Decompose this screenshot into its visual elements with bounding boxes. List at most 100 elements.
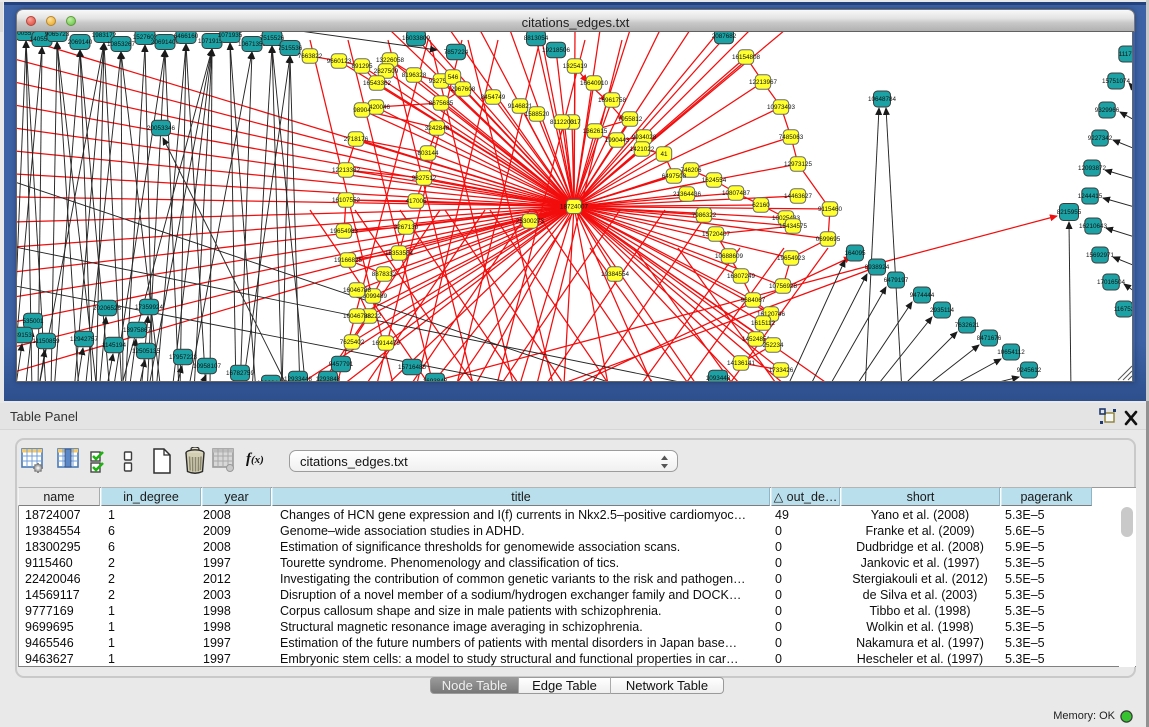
svg-text:16210643: 16210643 [1079,223,1108,230]
svg-text:16033809: 16033809 [402,35,431,42]
svg-text:16046788: 16046788 [343,287,372,294]
svg-text:19218506: 19218506 [542,47,571,54]
svg-text:39153: 39153 [17,332,32,339]
svg-text:9245612: 9245612 [1017,367,1042,374]
svg-text:2827509: 2827509 [374,68,399,75]
svg-text:6497508: 6497508 [662,173,687,180]
svg-text:2967608: 2967608 [451,86,476,93]
svg-text:9115460: 9115460 [818,206,843,213]
svg-text:16807249: 16807249 [727,273,756,280]
svg-text:2935114: 2935114 [930,307,955,314]
svg-text:6479197: 6479197 [884,277,909,284]
svg-text:9329966: 9329966 [1095,107,1120,114]
svg-text:10807487: 10807487 [722,190,751,197]
svg-text:12213382: 12213382 [332,167,361,174]
svg-text:20206526: 20206526 [93,305,122,312]
svg-text:1362615: 1362615 [583,128,608,135]
svg-text:8813054: 8813054 [524,35,549,42]
svg-text:21364436: 21364436 [673,191,702,198]
svg-text:14136141: 14136141 [727,360,756,367]
svg-text:12942757: 12942757 [70,336,99,343]
svg-text:417006: 417006 [405,198,427,205]
svg-text:10648784: 10648784 [868,96,897,103]
svg-text:3242848: 3242848 [425,125,450,132]
svg-text:16154808: 16154808 [732,54,761,61]
svg-text:14463627: 14463627 [784,193,813,200]
svg-text:803144: 803144 [417,150,439,157]
svg-text:1145194: 1145194 [102,342,127,349]
svg-text:12213967: 12213967 [749,79,778,86]
svg-text:20053346: 20053346 [147,125,176,132]
svg-text:7515536: 7515536 [278,45,303,52]
svg-text:19654923: 19654923 [777,255,806,262]
svg-text:41: 41 [660,151,668,158]
svg-text:1990443: 1990443 [605,137,630,144]
svg-text:12923448: 12923448 [257,380,286,382]
svg-text:19166825: 19166825 [334,257,363,264]
svg-text:16107552: 16107552 [332,197,361,204]
svg-text:12973125: 12973125 [784,161,813,168]
svg-text:8471676: 8471676 [977,335,1002,342]
svg-text:9457791: 9457791 [329,361,354,368]
svg-text:19384554: 19384554 [601,271,630,278]
svg-text:7955812: 7955812 [618,116,643,123]
svg-text:10756928: 10756928 [769,283,798,290]
svg-text:25300273: 25300273 [516,218,545,225]
svg-text:8196328: 8196328 [402,72,427,79]
svg-text:13975867: 13975867 [123,327,152,334]
svg-text:252234: 252234 [762,342,784,349]
svg-text:7663822: 7663822 [298,53,323,60]
svg-text:16914479: 16914479 [372,340,401,347]
svg-text:8938924: 8938924 [865,264,890,271]
svg-text:1293848: 1293848 [316,376,341,382]
svg-text:13226058: 13226058 [376,57,405,64]
svg-text:546: 546 [448,74,459,81]
svg-text:9474444: 9474444 [910,292,935,299]
svg-text:9065723: 9065723 [45,32,70,38]
svg-text:7857224: 7857224 [444,49,469,56]
svg-text:1733426: 1733426 [769,367,794,374]
svg-text:9660123: 9660123 [327,58,352,65]
svg-text:9827512: 9827512 [412,175,437,182]
svg-text:1624554: 1624554 [702,177,727,184]
svg-text:116753: 116753 [1114,306,1133,313]
svg-text:535001: 535001 [22,318,44,325]
svg-text:10688609: 10688609 [715,253,744,260]
svg-text:16961758: 16961758 [598,97,627,104]
svg-text:15434575: 15434575 [779,223,808,230]
svg-text:10853267: 10853267 [107,41,136,48]
svg-text:17359924: 17359924 [135,304,164,311]
svg-text:20691406: 20691406 [151,39,180,46]
svg-text:1325419: 1325419 [563,63,588,70]
svg-text:7625402: 7625402 [340,339,365,346]
svg-text:11150859: 11150859 [32,338,60,345]
svg-text:1071935: 1071935 [218,32,243,39]
svg-text:891295: 891295 [351,63,373,70]
svg-text:8878332: 8878332 [372,271,397,278]
svg-text:6466160: 6466160 [174,33,199,40]
svg-text:8454749: 8454749 [481,94,506,101]
svg-text:10654112: 10654112 [997,349,1025,356]
svg-text:7632621: 7632621 [955,322,980,329]
svg-text:16046788: 16046788 [343,313,372,320]
svg-text:12505135: 12505135 [132,348,161,355]
svg-text:9227342: 9227342 [1088,135,1113,142]
svg-text:19654983: 19654983 [330,228,359,235]
svg-text:16640910: 16640910 [580,80,609,87]
svg-text:15716485: 15716485 [398,364,427,371]
svg-text:15751074: 15751074 [1102,78,1131,85]
svg-text:12093872: 12093872 [1078,165,1107,172]
svg-text:18353584: 18353584 [385,250,414,257]
svg-text:1693848: 1693848 [423,378,448,382]
svg-text:7986322: 7986322 [692,212,717,219]
svg-text:10973493: 10973493 [767,104,796,111]
svg-text:1244415: 1244415 [1078,193,1103,200]
svg-text:1615112: 1615112 [751,320,776,327]
svg-text:15720407: 15720407 [702,231,731,238]
svg-text:7485063: 7485063 [779,134,804,141]
svg-text:62160: 62160 [752,202,770,209]
svg-text:11171: 11171 [1119,51,1133,58]
svg-text:8112203: 8112203 [550,119,575,126]
svg-text:12933448: 12933448 [284,376,313,382]
svg-text:1421022: 1421022 [630,146,655,153]
